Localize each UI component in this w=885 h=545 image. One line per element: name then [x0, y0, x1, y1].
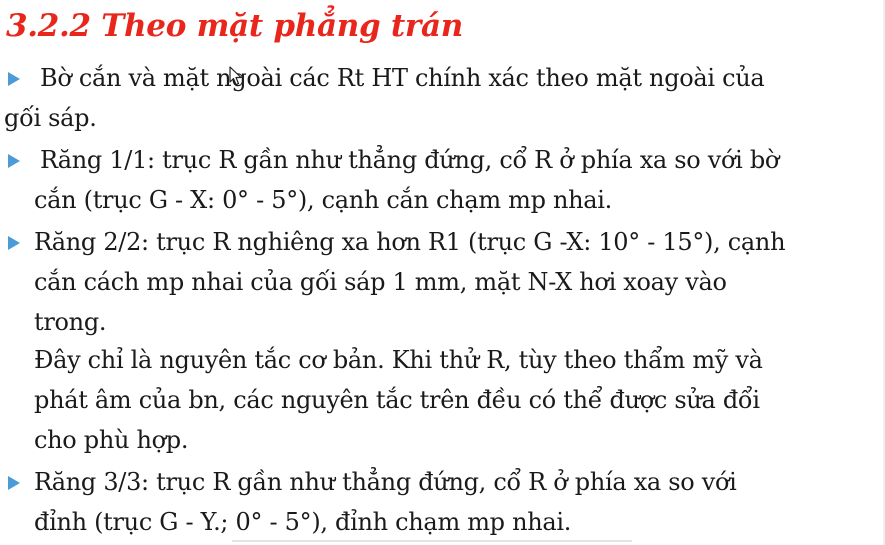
- bullet-item-3-line-3: trong.: [34, 308, 107, 336]
- bullet-item-1-line-2: gối sáp.: [4, 104, 97, 132]
- bullet-item-2-line-1: Răng 1/1: trục R gần như thẳng đứng, cổ …: [40, 146, 780, 174]
- slide-title: 3.2.2 Theo mặt phẳng trán: [6, 8, 463, 44]
- bullet-item-2-line-2: cắn (trục G - X: 0° - 5°), cạnh cắn chạm…: [34, 186, 613, 214]
- note-paragraph-line-2: phát âm của bn, các nguyên tắc trên đều …: [34, 386, 760, 414]
- note-paragraph: Đây chỉ là nguyên tắc cơ bản. Khi thử R,…: [0, 340, 885, 460]
- mouse-pointer-icon: [229, 66, 242, 86]
- triangle-right-icon: [8, 476, 20, 490]
- slide: 3.2.2 Theo mặt phẳng trán Bờ cắn và mặt …: [0, 0, 885, 545]
- note-paragraph-line-1: Đây chỉ là nguyên tắc cơ bản. Khi thử R,…: [34, 346, 763, 374]
- bullet-item-3-line-1: Răng 2/2: trục R nghiêng xa hơn R1 (trục…: [34, 228, 786, 256]
- bullet-item-3-line-2: cắn cách mp nhai của gối sáp 1 mm, mặt N…: [34, 268, 727, 296]
- bullet-item-1-line-1: Bờ cắn và mặt ngoài các Rt HT chính xác …: [40, 64, 765, 92]
- bullet-item-1: Bờ cắn và mặt ngoài các Rt HT chính xác …: [0, 58, 885, 138]
- scroll-indicator: [232, 540, 632, 542]
- bullet-item-4-line-1: Răng 3/3: trục R gần như thẳng đứng, cổ …: [34, 468, 737, 496]
- triangle-right-icon: [8, 154, 20, 168]
- bullet-item-3: Răng 2/2: trục R nghiêng xa hơn R1 (trục…: [0, 222, 885, 342]
- bullet-item-2: Răng 1/1: trục R gần như thẳng đứng, cổ …: [0, 140, 885, 220]
- bullet-item-4: Răng 3/3: trục R gần như thẳng đứng, cổ …: [0, 462, 885, 542]
- triangle-right-icon: [8, 72, 20, 86]
- triangle-right-icon: [8, 236, 20, 250]
- note-paragraph-line-3: cho phù hợp.: [34, 426, 189, 454]
- bullet-item-4-line-2: đỉnh (trục G - Y.; 0° - 5°), đỉnh chạm m…: [34, 508, 572, 536]
